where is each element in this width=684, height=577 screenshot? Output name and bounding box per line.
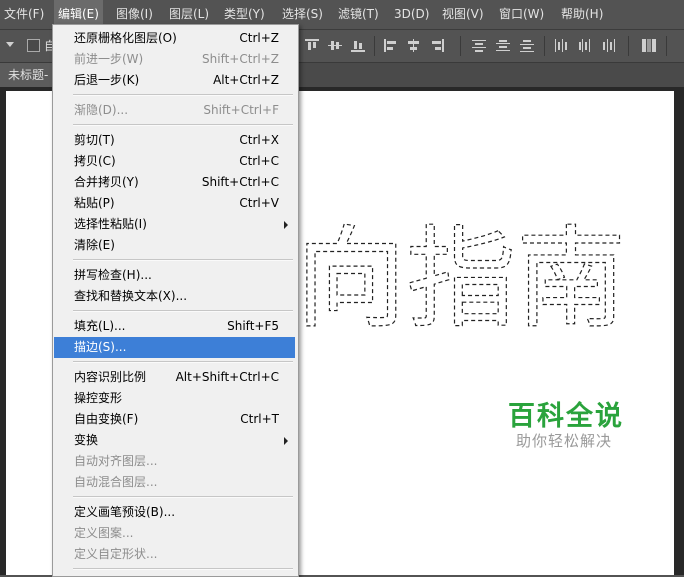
menu-item-paste[interactable]: 粘贴(P) Ctrl+V xyxy=(54,193,295,214)
menu-item-define-pattern[interactable]: 定义图案... xyxy=(54,523,295,544)
tool-preset-dropdown-icon[interactable] xyxy=(6,42,14,47)
align-horizontal-centers-icon[interactable] xyxy=(407,39,421,52)
menu-item-define-brush[interactable]: 定义画笔预设(B)... xyxy=(54,502,295,523)
distribute-vertical-centers-icon[interactable] xyxy=(496,39,510,52)
distribute-left-icon[interactable] xyxy=(554,39,568,52)
distribute-bottom-icon[interactable] xyxy=(520,39,534,52)
menu-item-stroke[interactable]: 描边(S)... xyxy=(54,337,295,358)
edit-menu-dropdown: 还原栅格化图层(O) Ctrl+Z 前进一步(W) Shift+Ctrl+Z 后… xyxy=(52,24,299,577)
selection-text: 向指南 xyxy=(296,215,626,332)
menu-separator xyxy=(73,361,293,363)
menu-file[interactable]: 文件(F) xyxy=(0,0,48,29)
menu-separator xyxy=(73,310,293,312)
menu-item-step-forward[interactable]: 前进一步(W) Shift+Ctrl+Z xyxy=(54,49,295,70)
menu-view[interactable]: 视图(V) xyxy=(438,0,488,29)
menu-separator xyxy=(73,124,293,126)
menu-separator xyxy=(73,259,293,261)
menu-item-spell-check[interactable]: 拼写检查(H)... xyxy=(54,265,295,286)
menu-item-copy[interactable]: 拷贝(C) Ctrl+C xyxy=(54,151,295,172)
menu-item-define-custom-shape[interactable]: 定义自定形状... xyxy=(54,544,295,565)
document-tab[interactable]: 未标题- xyxy=(0,63,57,87)
menu-item-transform[interactable]: 变换 xyxy=(54,430,295,451)
align-left-edges-icon[interactable] xyxy=(384,39,398,52)
menu-item-fade[interactable]: 渐隐(D)... Shift+Ctrl+F xyxy=(54,100,295,121)
distribute-right-icon[interactable] xyxy=(602,39,616,52)
menu-item-auto-align-layers[interactable]: 自动对齐图层... xyxy=(54,451,295,472)
menu-item-undo-rasterize[interactable]: 还原栅格化图层(O) Ctrl+Z xyxy=(54,28,295,49)
menu-item-puppet-warp[interactable]: 操控变形 xyxy=(54,388,295,409)
auto-align-layers-icon[interactable] xyxy=(642,39,656,52)
align-top-edges-icon[interactable] xyxy=(305,39,319,52)
submenu-arrow-icon xyxy=(284,221,288,229)
menu-separator xyxy=(73,568,293,570)
menu-separator xyxy=(73,496,293,498)
menu-item-fill[interactable]: 填充(L)... Shift+F5 xyxy=(54,316,295,337)
menu-item-cut[interactable]: 剪切(T) Ctrl+X xyxy=(54,130,295,151)
align-right-edges-icon[interactable] xyxy=(430,39,444,52)
menu-window[interactable]: 窗口(W) xyxy=(495,0,548,29)
menu-3d[interactable]: 3D(D) xyxy=(390,0,433,29)
distribute-top-icon[interactable] xyxy=(472,39,486,52)
menu-item-copy-merged[interactable]: 合并拷贝(Y) Shift+Ctrl+C xyxy=(54,172,295,193)
menu-help[interactable]: 帮助(H) xyxy=(557,0,607,29)
menu-separator xyxy=(73,94,293,96)
align-bottom-edges-icon[interactable] xyxy=(351,39,365,52)
watermark-subtitle: 助你轻松解决 xyxy=(516,432,613,450)
menu-item-free-transform[interactable]: 自由变换(F) Ctrl+T xyxy=(54,409,295,430)
menu-item-auto-blend-layers[interactable]: 自动混合图层... xyxy=(54,472,295,493)
submenu-arrow-icon xyxy=(284,437,288,445)
menu-item-paste-special[interactable]: 选择性粘贴(I) xyxy=(54,214,295,235)
menu-item-step-backward[interactable]: 后退一步(K) Alt+Ctrl+Z xyxy=(54,70,295,91)
menu-item-clear[interactable]: 清除(E) xyxy=(54,235,295,256)
text-selection-marquee: 向指南 xyxy=(296,214,626,332)
menu-item-find-replace[interactable]: 查找和替换文本(X)... xyxy=(54,286,295,307)
align-vertical-centers-icon[interactable] xyxy=(328,39,342,52)
menu-filter[interactable]: 滤镜(T) xyxy=(334,0,383,29)
distribute-horizontal-centers-icon[interactable] xyxy=(578,39,592,52)
menu-item-content-aware-scale[interactable]: 内容识别比例 Alt+Shift+Ctrl+C xyxy=(54,367,295,388)
watermark-title: 百科全说 xyxy=(508,401,624,432)
auto-select-checkbox[interactable] xyxy=(27,39,40,52)
